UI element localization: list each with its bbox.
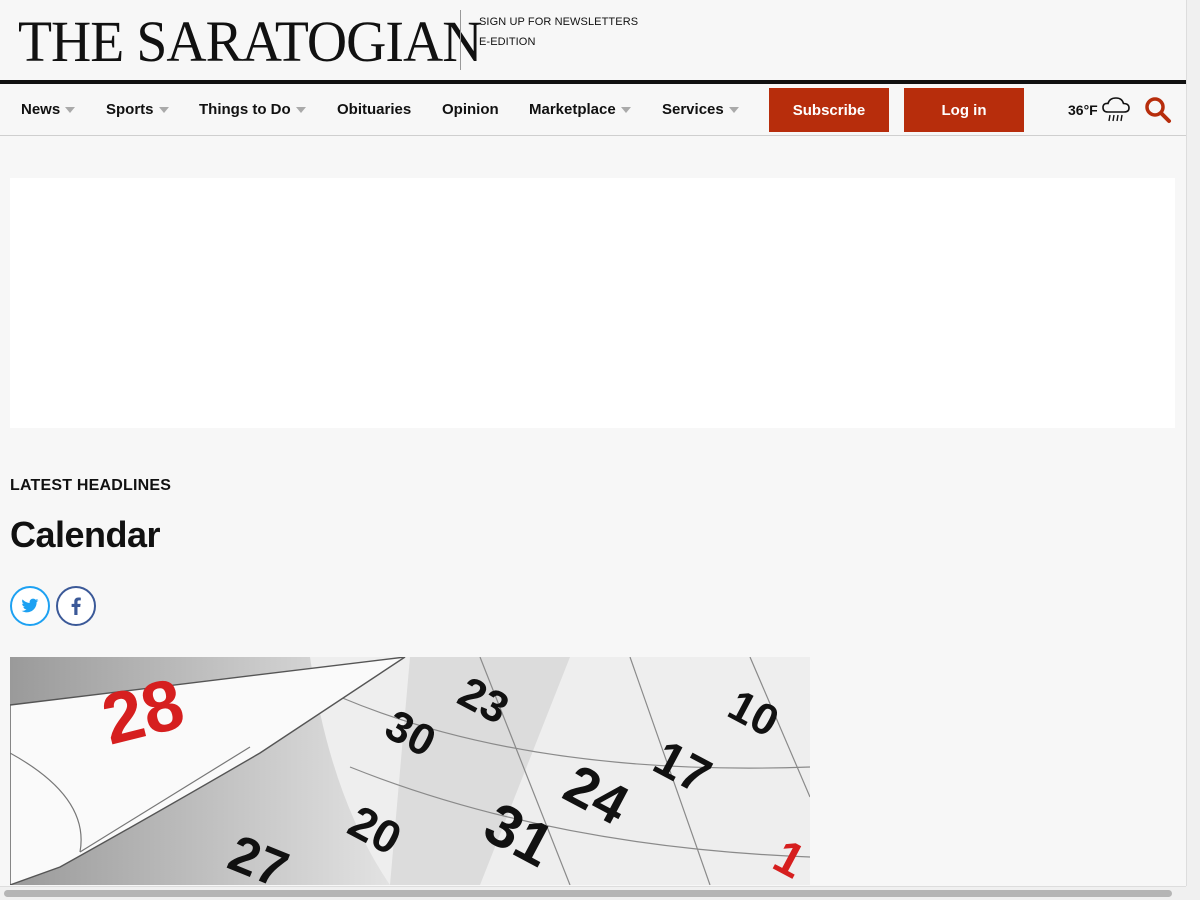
nav-item-opinion[interactable]: Opinion <box>442 84 499 135</box>
article-hero-image: 28 23 10 30 17 24 31 27 20 1 <box>10 657 810 885</box>
section-kicker[interactable]: LATEST HEADLINES <box>10 477 171 495</box>
login-button[interactable]: Log in <box>904 88 1024 132</box>
search-icon[interactable] <box>1144 96 1172 124</box>
horizontal-scrollbar[interactable] <box>0 886 1186 900</box>
nav-item-label: Marketplace <box>529 101 616 118</box>
weather-temperature: 36°F <box>1068 101 1098 118</box>
nav-item-obituaries[interactable]: Obituaries <box>337 84 411 135</box>
chevron-down-icon <box>158 106 169 113</box>
nav-item-label: Opinion <box>442 101 499 118</box>
site-logo[interactable]: THE SARATOGIAN <box>18 12 482 72</box>
nav-item-label: News <box>21 101 61 118</box>
main-nav: News Sports Things to Do Obituaries Opin… <box>0 80 1186 136</box>
nav-item-label: Services <box>662 101 724 118</box>
nav-item-things-to-do[interactable]: Things to Do <box>199 84 306 135</box>
nav-item-services[interactable]: Services <box>662 84 739 135</box>
scrollbar-corner <box>1186 886 1200 900</box>
article-title: Calendar <box>10 514 161 555</box>
chevron-down-icon <box>728 106 739 113</box>
subscribe-button[interactable]: Subscribe <box>769 88 889 132</box>
facebook-share-button[interactable] <box>56 586 96 626</box>
masthead: THE SARATOGIAN SIGN UP FOR NEWSLETTERS E… <box>0 0 1186 80</box>
nav-item-news[interactable]: News <box>21 84 76 135</box>
horizontal-scrollbar-thumb[interactable] <box>4 890 1172 897</box>
chevron-down-icon <box>620 106 631 113</box>
masthead-links: SIGN UP FOR NEWSLETTERS E-EDITION <box>479 12 638 52</box>
calendar-photo: 28 23 10 30 17 24 31 27 20 1 <box>10 657 810 885</box>
newsletter-signup-link[interactable]: SIGN UP FOR NEWSLETTERS <box>479 12 638 32</box>
e-edition-link[interactable]: E-EDITION <box>479 32 638 52</box>
rain-cloud-icon <box>1101 96 1130 121</box>
nav-item-label: Sports <box>106 101 154 118</box>
nav-item-marketplace[interactable]: Marketplace <box>529 84 631 135</box>
chevron-down-icon <box>295 106 306 113</box>
nav-item-label: Obituaries <box>337 101 412 118</box>
nav-item-label: Things to Do <box>199 101 291 118</box>
ad-slot <box>10 178 1175 428</box>
twitter-icon <box>21 598 39 613</box>
twitter-share-button[interactable] <box>10 586 50 626</box>
facebook-icon <box>71 597 81 615</box>
logo-divider <box>460 10 461 70</box>
vertical-scrollbar[interactable] <box>1186 0 1200 888</box>
weather-widget[interactable]: 36°F <box>1068 84 1131 135</box>
nav-item-sports[interactable]: Sports <box>106 84 169 135</box>
chevron-down-icon <box>65 106 76 113</box>
